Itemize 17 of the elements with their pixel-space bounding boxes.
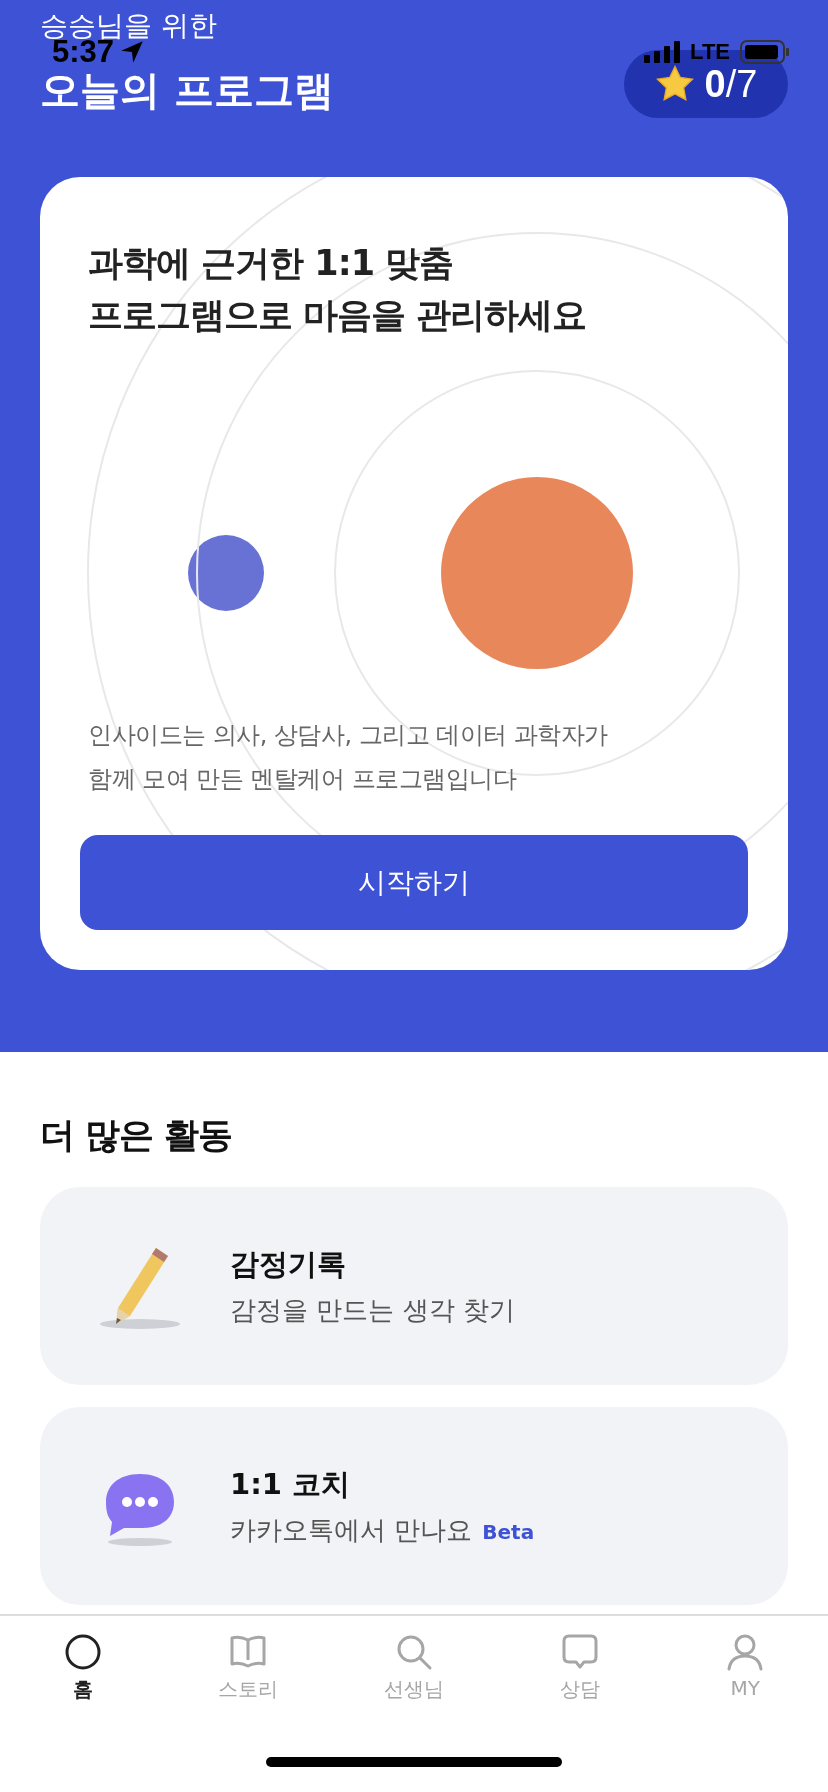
activity-title: 1:1 코치 [230,1465,352,1503]
section-title: 더 많은 활동 [40,1114,234,1157]
star-icon [654,64,695,104]
signal-icon [644,41,681,63]
activity-title: 감정기록 [230,1245,347,1283]
battery-icon [740,40,790,64]
beta-label: Beta [482,1519,535,1544]
location-arrow-icon [120,40,145,64]
start-button[interactable]: 시작하기 [80,835,748,930]
tab-item[interactable]: 홈 [0,1632,166,1732]
activity-subtitle: 감정을 만드는 생각 찾기 [230,1293,515,1327]
card-heading: 과학에 근거한 1:1 맞춤 프로그램으로 마음을 관리하세요 [88,242,588,337]
activity-card[interactable]: 1:1 코치 카카오톡에서 만나요 Beta [40,1407,788,1605]
card-description: 인사이드는 의사, 상담사, 그리고 데이터 과학자가 함께 모여 만든 멘탈케어 프로그램입니다 [88,720,609,795]
activity-subtitle: 카카오톡에서 만나요 [230,1513,473,1547]
page-title: 오늘의 프로그램 [40,66,334,115]
activity-card[interactable]: 감정기록 감정을 만드는 생각 찾기 [40,1187,788,1385]
